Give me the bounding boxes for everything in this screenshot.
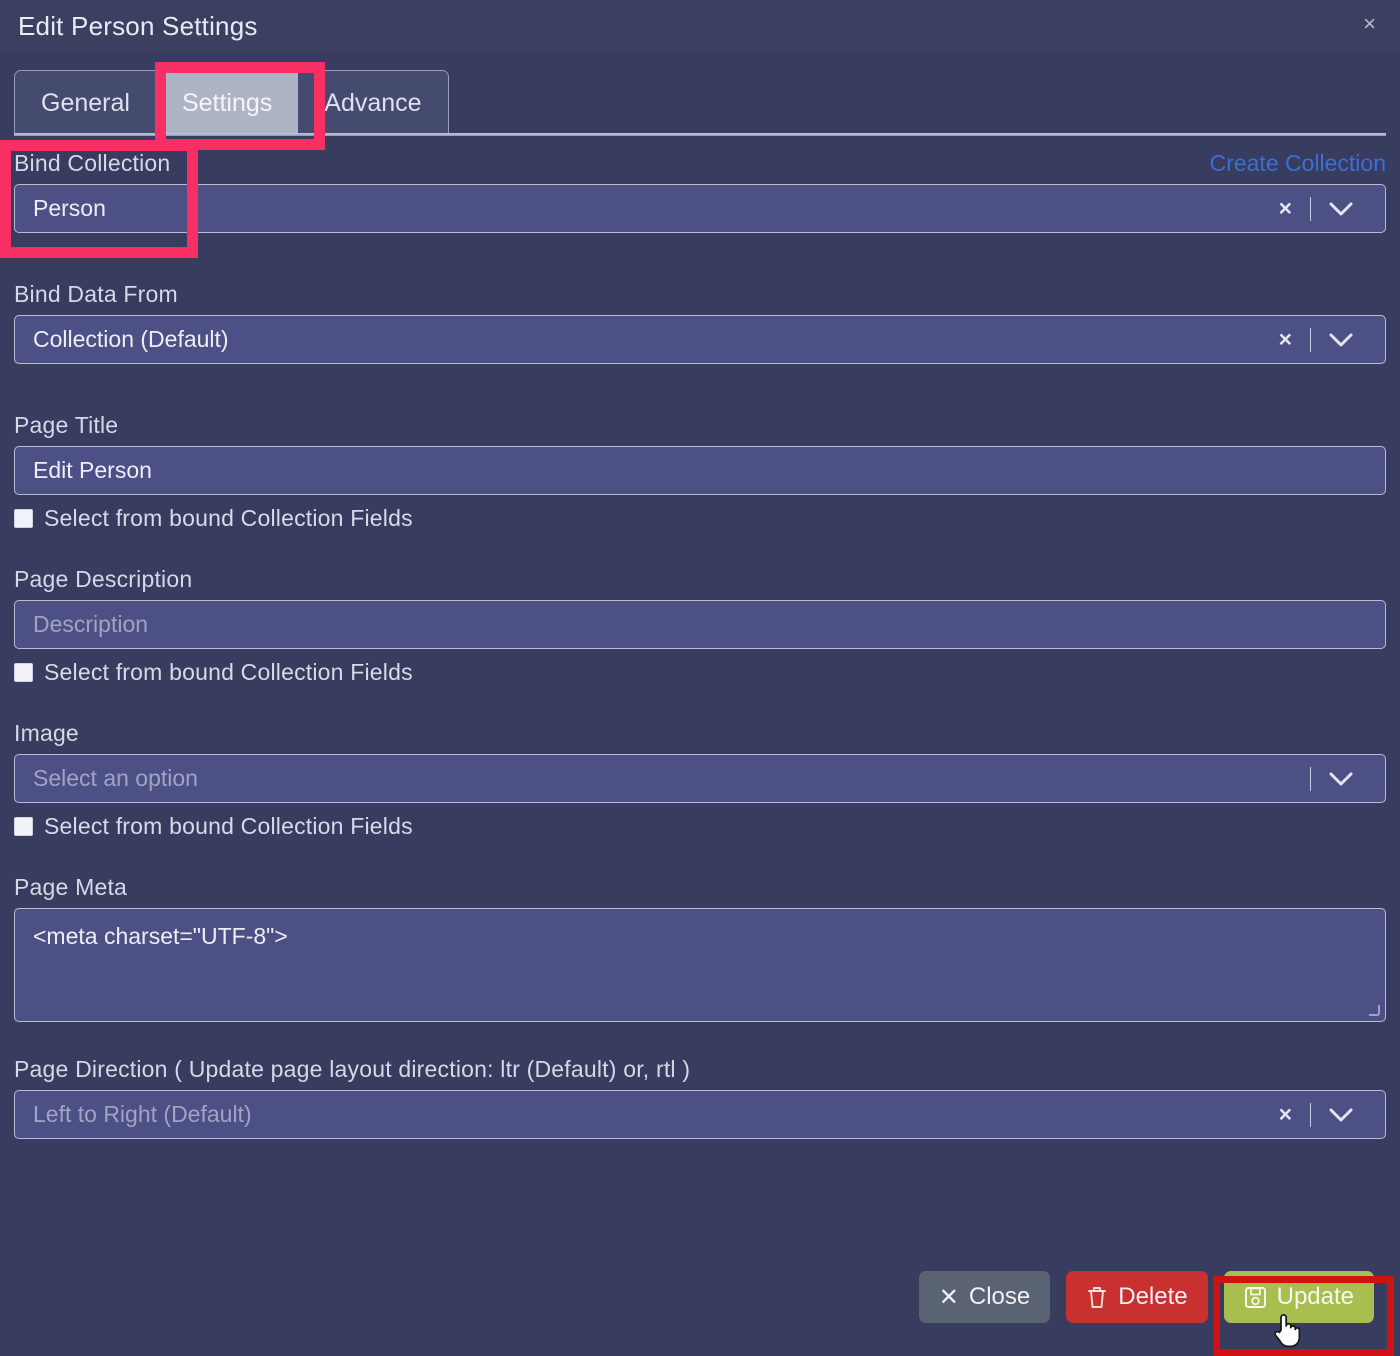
tab-advance[interactable]: Advance <box>298 71 448 136</box>
update-button-label: Update <box>1276 1283 1354 1310</box>
bind-data-from-head: Bind Data From <box>14 281 1386 308</box>
tab-settings[interactable]: Settings <box>155 71 299 136</box>
image-label: Image <box>14 720 79 746</box>
page-description-label: Page Description <box>14 566 193 592</box>
image-select[interactable]: Select an option <box>14 754 1386 803</box>
page-direction-head: Page Direction ( Update page layout dire… <box>14 1056 1386 1083</box>
chevron-down-icon[interactable] <box>1315 202 1369 216</box>
bind-data-from-select[interactable]: Collection (Default) × <box>14 315 1386 364</box>
control-divider <box>1310 766 1311 791</box>
field-page-meta: Page Meta <meta charset="UTF-8"> <box>14 874 1386 1022</box>
field-image: Image Select an option Select from bound… <box>14 720 1386 840</box>
page-direction-value: Left to Right (Default) <box>33 1101 252 1127</box>
page-description-placeholder: Description <box>33 611 149 637</box>
image-checkrow[interactable]: Select from bound Collection Fields <box>14 813 1386 840</box>
field-page-description: Page Description Description Select from… <box>14 566 1386 686</box>
bind-collection-select[interactable]: Person × <box>14 184 1386 233</box>
page-title-bound-checkbox[interactable] <box>14 509 33 528</box>
tabbar-divider <box>14 133 1386 136</box>
bind-collection-head: Bind Collection Create Collection <box>14 150 1386 177</box>
page-title-checkbox-label: Select from bound Collection Fields <box>44 505 413 531</box>
clear-icon[interactable]: × <box>1265 328 1306 351</box>
image-head: Image <box>14 720 1386 747</box>
chevron-down-icon[interactable] <box>1315 1108 1369 1122</box>
field-page-title: Page Title Edit Person Select from bound… <box>14 412 1386 532</box>
clear-icon[interactable]: × <box>1265 1103 1306 1126</box>
page-direction-controls: × <box>1265 1102 1377 1127</box>
image-checkbox-label: Select from bound Collection Fields <box>44 813 413 839</box>
close-button-label: Close <box>968 1283 1031 1310</box>
chevron-down-icon[interactable] <box>1315 333 1369 347</box>
chevron-down-icon[interactable] <box>1315 772 1369 786</box>
dialog-footer: ✕ Close Delete Update <box>0 1260 1400 1356</box>
page-description-head: Page Description <box>14 566 1386 593</box>
page-direction-label: Page Direction ( Update page layout dire… <box>14 1056 691 1082</box>
page-title-head: Page Title <box>14 412 1386 439</box>
bind-collection-label: Bind Collection <box>14 150 171 176</box>
bind-collection-controls: × <box>1265 196 1377 221</box>
field-page-direction: Page Direction ( Update page layout dire… <box>14 1056 1386 1139</box>
tab-bar: General Settings Advance <box>0 52 1400 136</box>
bind-data-from-controls: × <box>1265 327 1377 352</box>
page-meta-value: <meta charset="UTF-8"> <box>33 923 288 949</box>
image-controls <box>1306 766 1377 791</box>
close-button[interactable]: ✕ Close <box>918 1271 1051 1323</box>
delete-button-label: Delete <box>1118 1283 1188 1310</box>
page-description-checkrow[interactable]: Select from bound Collection Fields <box>14 659 1386 686</box>
control-divider <box>1310 1102 1311 1127</box>
update-button[interactable]: Update <box>1223 1271 1374 1323</box>
close-x-icon: ✕ <box>938 1283 959 1311</box>
page-title-label: Page Title <box>14 412 119 438</box>
page-direction-select[interactable]: Left to Right (Default) × <box>14 1090 1386 1139</box>
clear-icon[interactable]: × <box>1265 197 1306 220</box>
tabs-group: General Settings Advance <box>14 70 449 136</box>
page-title-input[interactable]: Edit Person <box>14 446 1386 495</box>
page-description-bound-checkbox[interactable] <box>14 663 33 682</box>
settings-form: Bind Collection Create Collection Person… <box>0 136 1400 1139</box>
trash-icon <box>1086 1285 1108 1309</box>
control-divider <box>1310 327 1311 352</box>
page-meta-label: Page Meta <box>14 874 128 900</box>
dialog-titlebar: Edit Person Settings × <box>0 0 1400 52</box>
bind-collection-value: Person <box>33 195 106 221</box>
page-meta-head: Page Meta <box>14 874 1386 901</box>
page-description-input[interactable]: Description <box>14 600 1386 649</box>
resize-handle-icon[interactable] <box>1368 1004 1382 1018</box>
field-bind-collection: Bind Collection Create Collection Person… <box>14 150 1386 233</box>
page-title-checkrow[interactable]: Select from bound Collection Fields <box>14 505 1386 532</box>
bind-data-from-label: Bind Data From <box>14 281 178 307</box>
page-description-checkbox-label: Select from bound Collection Fields <box>44 659 413 685</box>
dialog-title: Edit Person Settings <box>18 10 258 41</box>
page-meta-textarea[interactable]: <meta charset="UTF-8"> <box>14 908 1386 1022</box>
save-floppy-icon <box>1244 1286 1267 1309</box>
image-placeholder: Select an option <box>33 765 198 791</box>
page-title-value: Edit Person <box>33 457 152 483</box>
delete-button[interactable]: Delete <box>1066 1271 1208 1323</box>
create-collection-link[interactable]: Create Collection <box>1210 150 1386 177</box>
image-bound-checkbox[interactable] <box>14 817 33 836</box>
bind-data-from-value: Collection (Default) <box>33 326 229 352</box>
field-bind-data-from: Bind Data From Collection (Default) × <box>14 281 1386 364</box>
control-divider <box>1310 196 1311 221</box>
close-icon[interactable]: × <box>1357 12 1382 36</box>
tab-general[interactable]: General <box>15 71 156 136</box>
edit-person-settings-dialog: Edit Person Settings × General Settings … <box>0 0 1400 1356</box>
